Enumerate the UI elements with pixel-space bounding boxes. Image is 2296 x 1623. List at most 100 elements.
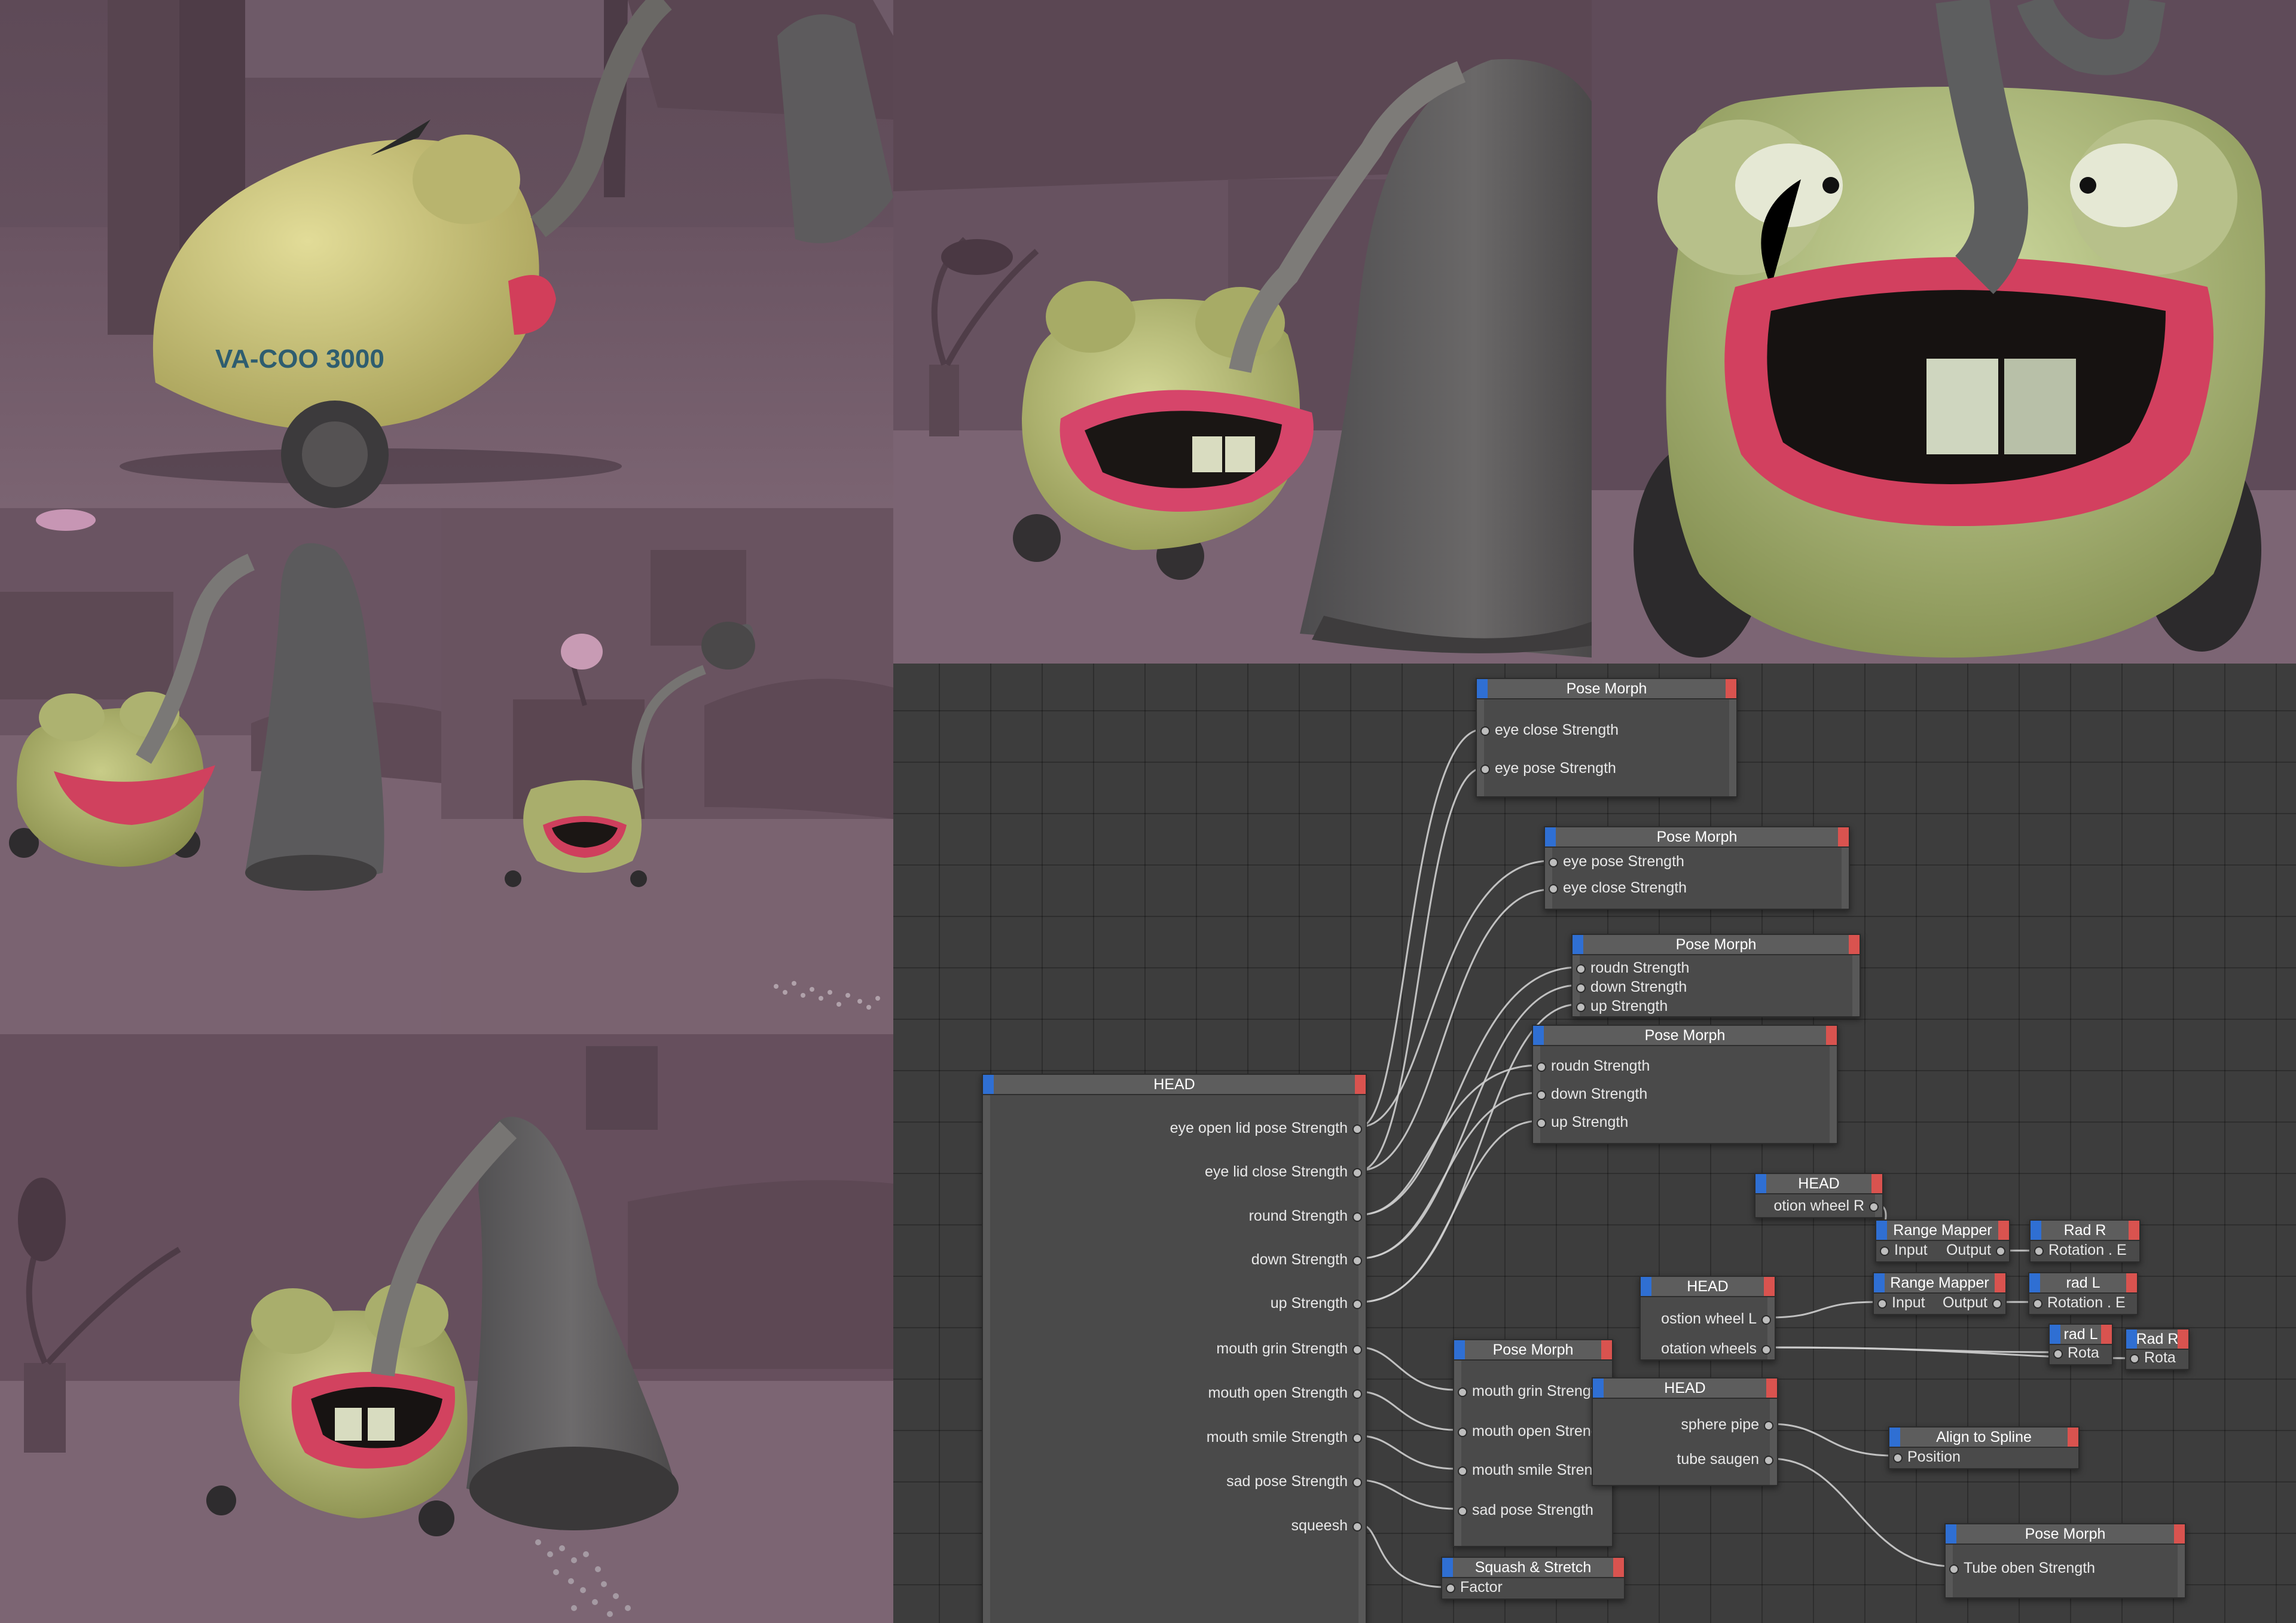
wire	[1359, 1435, 1456, 1470]
port-eye-pose-strength[interactable]: eye pose Strength	[1546, 852, 1684, 870]
port-rotation-wheels[interactable]: otation wheels	[1661, 1340, 1773, 1358]
port-down-strength[interactable]: down Strength	[1534, 1085, 1647, 1103]
port-rotation[interactable]: Rotation . E	[2032, 1241, 2127, 1259]
node-editor-canvas[interactable]: Pose Morph eye close Strength eye pose S…	[893, 664, 2296, 1623]
port-factor[interactable]: Factor	[1443, 1578, 1503, 1596]
port-mouth-open-strength[interactable]: mouth open Strength	[1455, 1422, 1612, 1440]
render-wide-lips	[0, 508, 441, 1034]
port-up-strength[interactable]: up Strength	[1271, 1294, 1364, 1312]
render-side-view: VA-COO 3000	[0, 0, 893, 508]
align-to-spline-node[interactable]: Align to Spline Position	[1888, 1426, 2080, 1469]
port-eye-pose-strength[interactable]: eye pose Strength	[1478, 759, 1616, 777]
rad-r-node-1[interactable]: Rad R Rotation . E	[2029, 1219, 2141, 1263]
node-title: Range Mapper	[1874, 1273, 2005, 1294]
range-mapper-node-1[interactable]: Range Mapper Input Output	[1875, 1219, 2010, 1263]
port-input[interactable]: Input	[1877, 1241, 1928, 1259]
wire	[1768, 1346, 2053, 1353]
wire	[1359, 1120, 1540, 1303]
rad-l-node-1[interactable]: rad L Rotation . E	[2028, 1272, 2138, 1315]
node-title: HEAD	[983, 1075, 1366, 1095]
port-mouth-grin-strength[interactable]: mouth grin Strength	[1455, 1382, 1604, 1400]
node-title: Pose Morph	[1946, 1524, 2185, 1545]
pose-morph-node-4[interactable]: Pose Morph roudn Strength down Strength …	[1532, 1025, 1838, 1144]
wire	[1359, 1479, 1456, 1510]
pose-morph-node-5[interactable]: Pose Morph mouth grin Strength mouth ope…	[1453, 1339, 1613, 1547]
wire	[1359, 728, 1483, 1128]
node-title: Pose Morph	[1533, 1026, 1837, 1046]
wire	[1768, 1301, 1877, 1319]
port-mouth-smile-strength[interactable]: mouth smile Strength	[1455, 1461, 1612, 1479]
node-title: Squash & Stretch	[1442, 1558, 1624, 1578]
node-title: Pose Morph	[1545, 827, 1849, 848]
port-tube-saugen[interactable]: tube saugen	[1677, 1450, 1776, 1468]
render-face-closeup	[1592, 0, 2296, 664]
port-round-strength[interactable]: round Strength	[1249, 1207, 1364, 1225]
node-title: HEAD	[1755, 1174, 1882, 1194]
wire	[1359, 860, 1552, 1128]
pose-morph-node-6[interactable]: Pose Morph Tube oben Strength	[1944, 1523, 2186, 1598]
node-title: HEAD	[1641, 1277, 1775, 1297]
port-position[interactable]: Position	[1891, 1448, 1961, 1466]
node-title: Rad R	[2031, 1221, 2139, 1241]
port-mouth-smile-strength[interactable]: mouth smile Strength	[1207, 1428, 1364, 1446]
port-sad-pose-strength[interactable]: sad pose Strength	[1226, 1472, 1364, 1490]
port-rotation[interactable]: Rota	[2051, 1344, 2099, 1362]
rad-r-node-2[interactable]: Rad R Rota	[2125, 1328, 2190, 1370]
port-rotation[interactable]: Rotation . E	[2031, 1294, 2126, 1312]
head-node-wheel-r[interactable]: HEAD otion wheel R	[1754, 1173, 1883, 1218]
render-front-cone-image	[893, 0, 1592, 664]
port-eye-close-strength[interactable]: eye close Strength	[1546, 879, 1687, 897]
port-tube-oben-strength[interactable]: Tube oben Strength	[1947, 1559, 2095, 1577]
port-roudn-strength[interactable]: roudn Strength	[1534, 1057, 1650, 1075]
wire	[1359, 1346, 1456, 1391]
render-room-lamp-image	[441, 508, 893, 1034]
range-mapper-node-2[interactable]: Range Mapper Input Output	[1873, 1272, 2007, 1315]
pose-morph-node-3[interactable]: Pose Morph roudn Strength down Strength …	[1571, 934, 1861, 1017]
render-side-view-image: VA-COO 3000	[0, 0, 893, 508]
port-eye-lid-close-strength[interactable]: eye lid close Strength	[1205, 1163, 1364, 1181]
port-up-strength[interactable]: up Strength	[1574, 997, 1668, 1015]
port-eye-open-lid-pose-strength[interactable]: eye open lid pose Strength	[1170, 1119, 1364, 1137]
port-sad-pose-strength[interactable]: sad pose Strength	[1455, 1501, 1593, 1519]
wire	[1359, 1523, 1446, 1588]
squash-stretch-node[interactable]: Squash & Stretch Factor	[1441, 1557, 1625, 1600]
node-title: rad L	[2029, 1273, 2137, 1294]
wire	[1359, 767, 1483, 1172]
wire	[1770, 1457, 1952, 1567]
product-label: VA-COO 3000	[215, 344, 384, 374]
render-room-lamp	[441, 508, 893, 1034]
port-down-strength[interactable]: down Strength	[1574, 978, 1687, 996]
port-input[interactable]: Input	[1875, 1294, 1925, 1312]
port-squeesh[interactable]: squeesh	[1291, 1517, 1364, 1535]
head-node-main[interactable]: HEAD eye open lid pose Strength eye lid …	[982, 1074, 1367, 1623]
port-rotation[interactable]: Rota	[2127, 1349, 2176, 1367]
render-particles	[0, 1034, 893, 1623]
port-mouth-open-strength[interactable]: mouth open Strength	[1208, 1384, 1365, 1402]
port-up-strength[interactable]: up Strength	[1534, 1113, 1628, 1131]
port-sphere-pipe[interactable]: sphere pipe	[1681, 1416, 1776, 1434]
node-title: Align to Spline	[1889, 1428, 2078, 1448]
head-node-wheels[interactable]: HEAD ostion wheel L otation wheels	[1639, 1276, 1776, 1361]
node-title: Pose Morph	[1573, 935, 1860, 955]
node-title: Pose Morph	[1454, 1340, 1612, 1361]
node-title: Rad R	[2126, 1329, 2188, 1350]
render-face-closeup-image	[1592, 0, 2296, 664]
pose-morph-node-2[interactable]: Pose Morph eye pose Strength eye close S…	[1544, 826, 1850, 910]
port-rotation-wheel-r[interactable]: otion wheel R	[1774, 1197, 1881, 1215]
port-eye-close-strength[interactable]: eye close Strength	[1478, 721, 1619, 739]
wire	[1359, 1390, 1456, 1431]
render-particles-image	[0, 1034, 893, 1623]
rad-l-node-2[interactable]: rad L Rota	[2048, 1324, 2113, 1365]
node-title: rad L	[2050, 1325, 2112, 1345]
port-mouth-grin-strength[interactable]: mouth grin Strength	[1216, 1340, 1364, 1358]
wire	[1359, 1064, 1540, 1216]
pose-morph-node-1[interactable]: Pose Morph eye close Strength eye pose S…	[1476, 678, 1738, 797]
port-output[interactable]: Output	[1943, 1294, 2004, 1312]
wire	[1359, 1092, 1540, 1260]
port-roudn-strength[interactable]: roudn Strength	[1574, 959, 1689, 977]
head-node-tube[interactable]: HEAD sphere pipe tube saugen	[1592, 1377, 1778, 1486]
port-output[interactable]: Output	[1946, 1241, 2008, 1259]
node-title: Range Mapper	[1876, 1221, 2009, 1241]
port-down-strength[interactable]: down Strength	[1251, 1251, 1364, 1269]
port-rotation-wheel-l[interactable]: ostion wheel L	[1661, 1310, 1773, 1328]
